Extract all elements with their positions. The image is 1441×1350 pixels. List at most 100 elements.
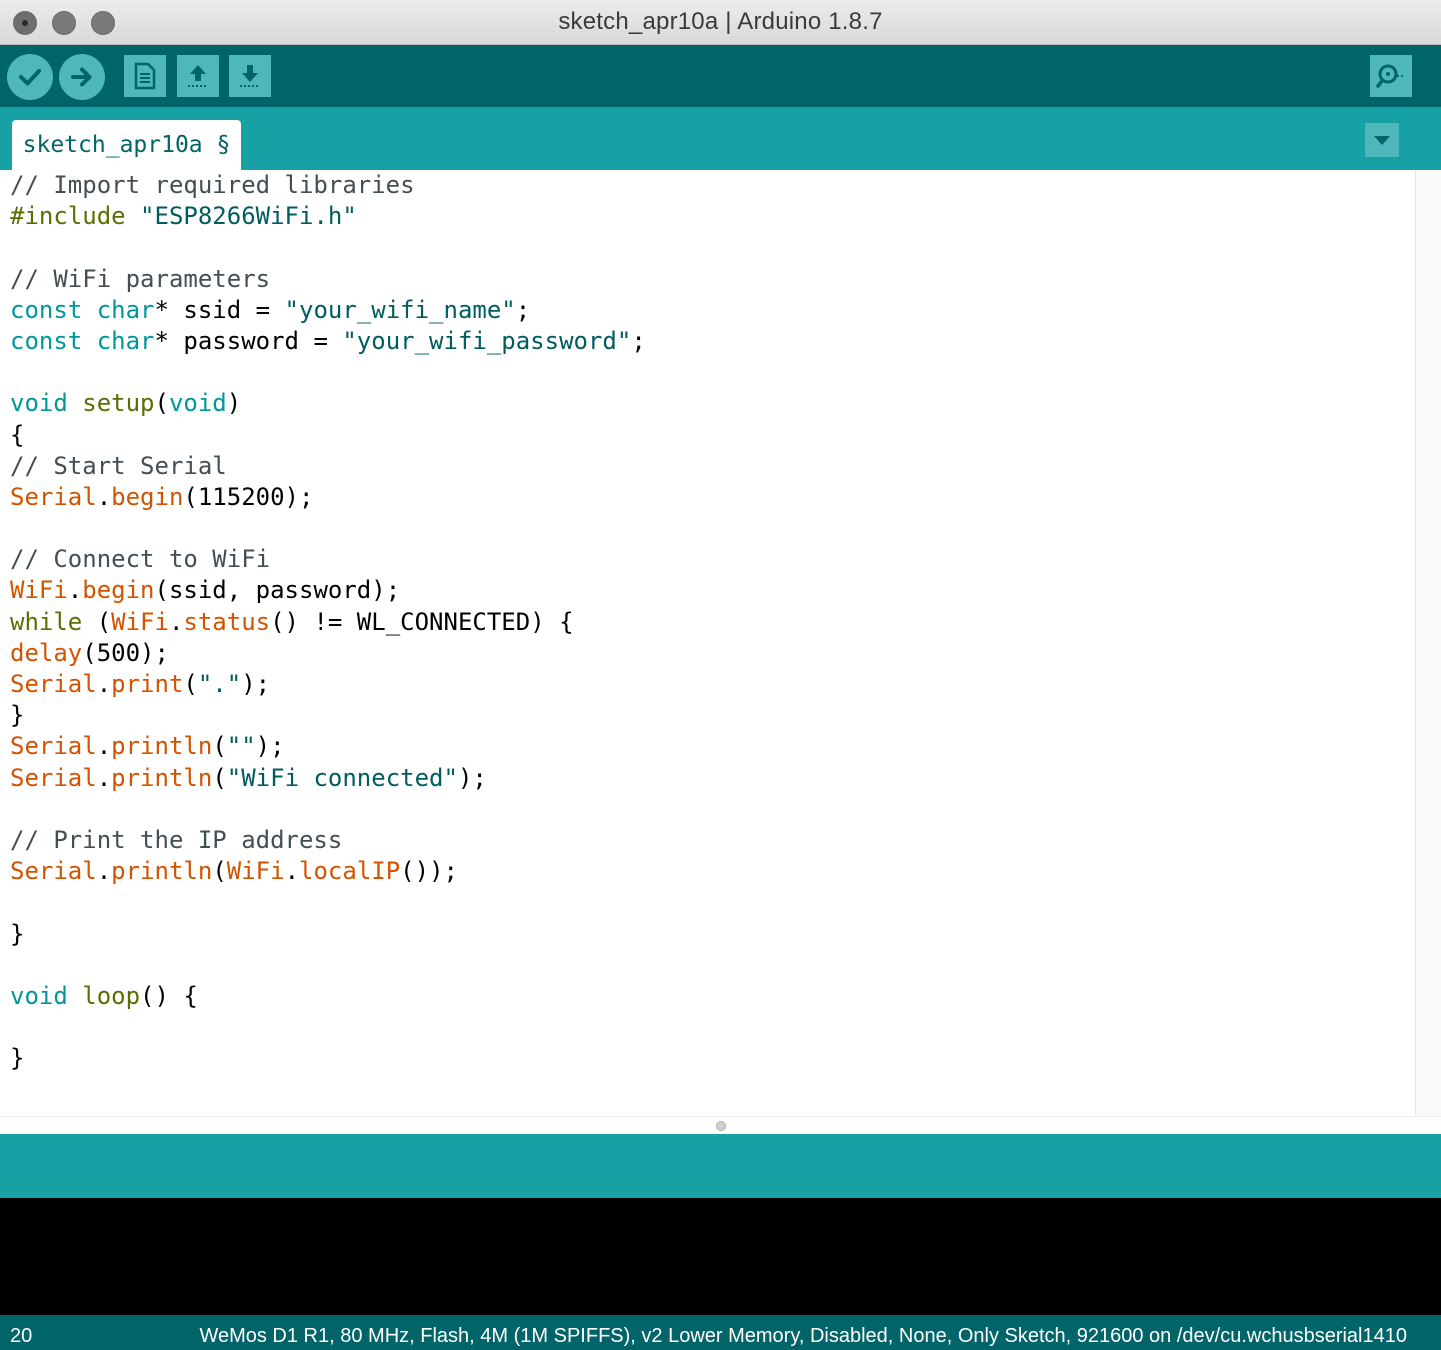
tab-bar: sketch_apr10a §: [0, 107, 1441, 170]
code-line[interactable]: Serial.print(".");: [10, 669, 1410, 700]
code-token: ".": [197, 670, 242, 698]
code-token: }: [10, 701, 25, 730]
new-button[interactable]: [124, 55, 166, 97]
code-line[interactable]: Serial.println("WiFi connected");: [10, 763, 1410, 794]
code-line[interactable]: // Connect to WiFi: [10, 544, 1410, 575]
code-token: (115200);: [183, 482, 314, 511]
code-token: Serial: [10, 670, 97, 698]
code-token: (: [154, 389, 169, 418]
code-line[interactable]: [10, 1012, 1410, 1043]
save-icon: [240, 65, 260, 87]
code-line[interactable]: [10, 794, 1410, 825]
code-line[interactable]: // WiFi parameters: [10, 264, 1410, 295]
divider-handle[interactable]: [716, 1121, 726, 1131]
code-token: "your_wifi_password": [342, 326, 632, 355]
code-line[interactable]: const char* ssid = "your_wifi_name";: [10, 295, 1410, 326]
code-line[interactable]: void loop() {: [10, 981, 1410, 1012]
code-token: begin: [111, 482, 184, 511]
serial-monitor-icon: [1376, 64, 1405, 88]
code-token: begin: [82, 576, 155, 605]
board-info: WeMos D1 R1, 80 MHz, Flash, 4M (1M SPIFF…: [199, 1325, 1407, 1347]
code-line[interactable]: const char* password = "your_wifi_passwo…: [10, 326, 1410, 357]
open-button[interactable]: [177, 55, 219, 97]
code-line[interactable]: Serial.println("");: [10, 731, 1410, 762]
code-token: println: [111, 857, 213, 886]
code-token: (: [183, 670, 198, 698]
code-line[interactable]: void setup(void): [10, 388, 1410, 419]
code-token: ;: [631, 326, 646, 355]
code-token: (: [212, 763, 227, 792]
code-token: .: [96, 482, 112, 511]
code-token: ());: [400, 857, 458, 886]
editor-scrollbar[interactable]: [1415, 170, 1441, 1116]
code-token: }: [10, 919, 25, 948]
code-token: print: [111, 670, 184, 698]
serial-monitor-button[interactable]: [1370, 55, 1412, 97]
code-line[interactable]: {: [10, 420, 1410, 451]
code-token: );: [457, 763, 487, 792]
code-line[interactable]: [10, 887, 1410, 918]
code-token: );: [255, 732, 285, 761]
code-token: Serial: [10, 482, 97, 511]
code-token: Serial: [10, 732, 97, 761]
code-token: Serial: [10, 857, 97, 886]
code-token: const: [10, 326, 83, 355]
code-token: const: [10, 295, 83, 324]
code-token: () {: [140, 981, 198, 1010]
code-line[interactable]: delay(500);: [10, 638, 1410, 669]
open-icon: [188, 65, 208, 87]
code-token: #include: [10, 202, 126, 231]
code-token: }: [10, 1044, 25, 1073]
code-editor[interactable]: // Import required libraries #include "ES…: [0, 170, 1441, 1117]
save-button[interactable]: [229, 55, 271, 97]
code-token: status: [183, 607, 271, 636]
code-token: void: [168, 389, 227, 418]
code-token: * ssid =: [154, 295, 285, 324]
tab-menu-button[interactable]: [1365, 123, 1399, 157]
code-token: "WiFi connected": [226, 763, 458, 792]
editor-console-divider[interactable]: [0, 1116, 1441, 1134]
tab-sketch[interactable]: sketch_apr10a §: [12, 120, 241, 170]
code-line[interactable]: Serial.println(WiFi.localIP());: [10, 856, 1410, 887]
code-line[interactable]: #include "ESP8266WiFi.h": [10, 201, 1410, 232]
code-line[interactable]: // Print the IP address: [10, 825, 1410, 856]
new-file-icon: [134, 62, 156, 90]
code-line[interactable]: [10, 357, 1410, 388]
code-line[interactable]: }: [10, 700, 1410, 731]
code-token: .: [96, 857, 112, 886]
code-token: void: [10, 981, 68, 1010]
code-token: {: [10, 420, 25, 449]
code-token: Serial: [10, 763, 97, 792]
code-token: WiFi: [10, 576, 68, 605]
code-line[interactable]: [10, 513, 1410, 544]
code-token: // Print the IP address: [10, 825, 343, 854]
code-token: "your_wifi_name": [284, 295, 516, 324]
code-token: .: [67, 576, 83, 605]
code-line[interactable]: // Import required libraries: [10, 170, 1410, 201]
code-token: .: [96, 732, 112, 761]
code-token: (500);: [82, 638, 169, 667]
code-token: .: [96, 763, 112, 792]
code-token: "ESP8266WiFi.h": [140, 202, 357, 231]
code-token: .: [168, 607, 184, 636]
code-token: * password =: [154, 326, 343, 355]
code-line[interactable]: [10, 950, 1410, 981]
code-line[interactable]: }: [10, 1043, 1410, 1074]
code-line[interactable]: // Start Serial: [10, 451, 1410, 482]
code-line[interactable]: Serial.begin(115200);: [10, 482, 1410, 513]
code-line[interactable]: while (WiFi.status() != WL_CONNECTED) {: [10, 607, 1410, 638]
console-output: [0, 1198, 1441, 1315]
code-text[interactable]: // Import required libraries #include "ES…: [10, 170, 1410, 1074]
title-bar: sketch_apr10a | Arduino 1.8.7: [0, 0, 1441, 45]
code-line[interactable]: WiFi.begin(ssid, password);: [10, 575, 1410, 606]
code-token: // Start Serial: [10, 451, 227, 480]
verify-button[interactable]: [7, 54, 53, 100]
code-token: WiFi: [111, 607, 169, 636]
line-number: 20: [10, 1325, 33, 1347]
upload-button[interactable]: [59, 54, 105, 100]
code-line[interactable]: }: [10, 919, 1410, 950]
code-line[interactable]: [10, 232, 1410, 263]
